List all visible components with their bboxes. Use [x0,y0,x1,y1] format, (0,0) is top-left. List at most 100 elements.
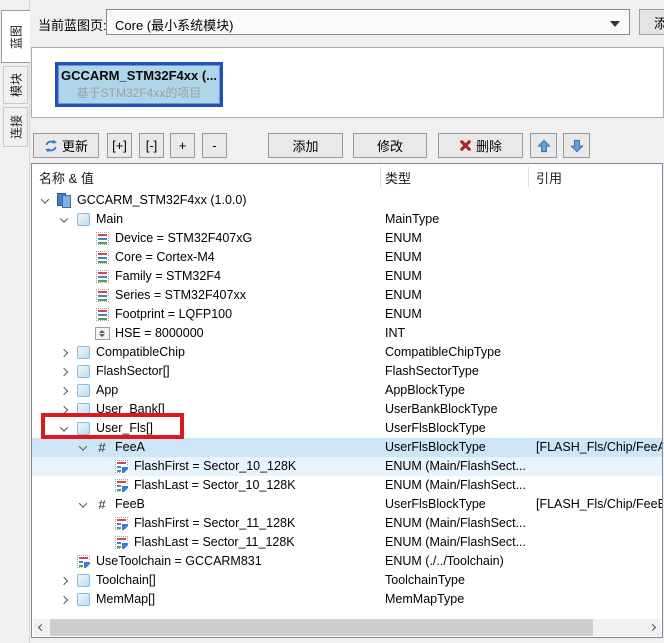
expand-collapse-arrow-icon[interactable] [76,498,90,512]
tree-row[interactable]: User_Fls[]UserFlsBlockType [32,419,662,438]
tree-row[interactable]: MemMap[]MemMapType [32,590,662,609]
hash-icon: # [98,495,105,514]
block-icon [77,384,90,397]
tree-row[interactable]: FlashFirst = Sector_10_128KENUM (Main/Fl… [32,457,662,476]
tree-row-label: GCCARM_STM32F4xx (1.0.0) [77,191,246,210]
block-icon [77,574,90,587]
tree-row-label: FeeA [115,438,145,457]
tree-row[interactable]: HSE = 8000000INT [32,324,662,343]
tree-row-type: UserBankBlockType [380,400,528,419]
horizontal-scrollbar[interactable] [33,619,661,636]
expand-expand-arrow-icon[interactable] [57,403,71,417]
column-divider[interactable] [528,167,529,187]
tree-row[interactable]: AppAppBlockType [32,381,662,400]
expand-collapse-arrow-icon[interactable] [38,194,52,208]
tab-blueprint[interactable]: 蓝图 [1,10,30,63]
expand-all-button[interactable]: [+] [107,133,132,158]
expand-button[interactable]: + [170,133,195,158]
expand-expand-arrow-icon[interactable] [57,346,71,360]
tree-row[interactable]: UseToolchain = GCCARM831ENUM (./../Toolc… [32,552,662,571]
tree-row-type: ENUM [380,267,528,286]
delete-button[interactable]: 删除 [438,133,523,158]
tree-row[interactable]: Family = STM32F4 ENUM [32,267,662,286]
tree-row-type: MemMapType [380,590,528,609]
tree-row-reference [528,590,662,609]
modify-button[interactable]: 修改 [353,133,427,158]
integer-spinner-icon [95,327,110,340]
tree-row[interactable]: Device = STM32F407xGENUM [32,229,662,248]
column-header-reference[interactable]: 引用 [536,168,562,187]
blueprint-card[interactable]: GCCARM_STM32F4xx (... 基于STM32F4xx的项目 [55,62,223,107]
tree-row-reference [528,229,662,248]
tree-row-type: ENUM (Main/FlashSect... [380,457,528,476]
tree-row[interactable]: CompatibleChipCompatibleChipType [32,343,662,362]
tree-row[interactable]: FlashLast = Sector_10_128KENUM (Main/Fla… [32,476,662,495]
scrollbar-thumb[interactable] [50,619,593,636]
column-header-name-value[interactable]: 名称 & 值 [39,168,94,187]
expand-collapse-arrow-icon[interactable] [76,441,90,455]
update-button[interactable]: 更新 [33,133,99,158]
tree-row[interactable]: Toolchain[]ToolchainType [32,571,662,590]
blueprint-page-select[interactable]: Core (最小系统模块) [106,9,630,35]
tree-row[interactable]: Footprint = LQFP100ENUM [32,305,662,324]
tab-connection[interactable]: 连接 [3,107,28,147]
tree-row-label: Footprint = LQFP100 [115,305,232,324]
tree-row[interactable]: Series = STM32F407xxENUM [32,286,662,305]
tree-row-type: ENUM (Main/FlashSect... [380,514,528,533]
tree-row[interactable]: Core = Cortex-M4ENUM [32,248,662,267]
column-divider[interactable] [380,167,381,187]
tree-row-reference [528,571,662,590]
tree-row[interactable]: FlashLast = Sector_11_128KENUM (Main/Fla… [32,533,662,552]
tree-row-label: FlashSector[] [96,362,170,381]
enum-icon [96,251,109,264]
tree-row[interactable]: MainMainType [32,210,662,229]
tree-row-label: Family = STM32F4 [115,267,221,286]
collapse-button[interactable]: - [202,133,227,158]
tree-row[interactable]: FlashFirst = Sector_11_128K ENUM (Main/Fl… [32,514,662,533]
tree-row-type: ENUM [380,248,528,267]
add-button[interactable]: 添加 [268,133,343,158]
move-down-button[interactable] [563,133,590,158]
expand-collapse-arrow-icon[interactable] [57,422,71,436]
tree-row-reference [528,343,662,362]
tree-row[interactable]: GCCARM_STM32F4xx (1.0.0) [32,191,662,210]
tree-row-reference [528,248,662,267]
tree-row[interactable]: FlashSector[] FlashSectorType [32,362,662,381]
tree-row-reference [528,514,662,533]
tree-row-reference [528,362,662,381]
combo-dropdown-arrow-icon[interactable] [610,21,620,27]
block-icon [77,365,90,378]
tree-row-reference [528,533,662,552]
expand-expand-arrow-icon[interactable] [57,365,71,379]
tree-row-type: UserFlsBlockType [380,495,528,514]
scroll-right-button[interactable] [644,619,661,636]
tree-row[interactable]: User_Bank[]UserBankBlockType [32,400,662,419]
tree-row-type: UserFlsBlockType [380,438,528,457]
collapse-all-button[interactable]: [-] [139,133,164,158]
add-page-button[interactable]: 添 [639,9,664,35]
expand-collapse-arrow-icon[interactable] [57,213,71,227]
tree-row[interactable]: #FeeAUserFlsBlockType[FLASH_Fls/Chip/Fee… [32,438,662,457]
move-up-button[interactable] [530,133,557,158]
tree-row-reference [528,324,662,343]
tree-row-label: Series = STM32F407xx [115,286,246,305]
tab-module[interactable]: 模块 [3,66,28,104]
chevron-left-icon [38,624,45,631]
tree-row-label: FlashLast = Sector_10_128K [134,476,296,495]
column-header-type[interactable]: 类型 [385,168,411,187]
expand-expand-arrow-icon[interactable] [57,384,71,398]
tree-row-type: FlashSectorType [380,362,528,381]
tree-row-reference: [FLASH_Fls/Chip/FeeA [528,438,662,457]
expand-expand-arrow-icon[interactable] [57,593,71,607]
tree-row-label: FlashFirst = Sector_11_128K [134,514,295,533]
enum-icon [96,232,109,245]
blueprint-card-subtitle: 基于STM32F4xx的项目 [58,84,220,101]
tree-row-label: User_Fls[] [96,419,153,438]
scroll-left-button[interactable] [33,619,50,636]
tree-row-label: FlashLast = Sector_11_128K [134,533,295,552]
tree-row-reference [528,419,662,438]
tree-row[interactable]: #FeeBUserFlsBlockType[FLASH_Fls/Chip/Fee… [32,495,662,514]
tree-row-reference [528,400,662,419]
expand-expand-arrow-icon[interactable] [57,574,71,588]
enum-icon [96,289,109,302]
